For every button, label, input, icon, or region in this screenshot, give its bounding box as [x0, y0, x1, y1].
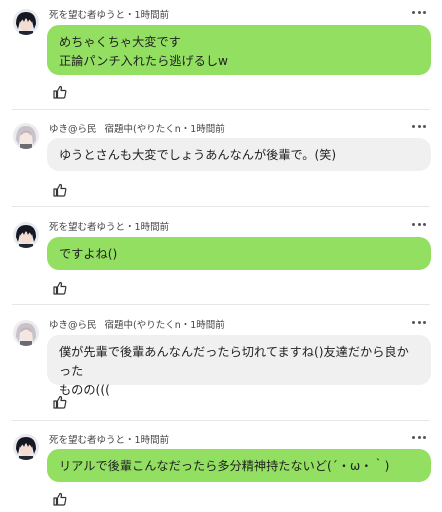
- comment-post: ゆき@ら民 宿題中(やりたくn・1時間前 僕が先輩で後輩あんなんだったら切れてます…: [0, 305, 442, 423]
- author-name[interactable]: ゆき@ら民: [49, 124, 97, 135]
- message-bubble: 僕が先輩で後輩あんなんだったら切れてますね()友達だから良かった ものの(((: [47, 335, 431, 397]
- comment-meta: ゆき@ら民 宿題中(やりたくn・1時間前: [49, 124, 225, 135]
- thumbs-up-icon[interactable]: [53, 84, 67, 99]
- comment-post: 死を望む者ゆうと・1時間前 めちゃくちゃ大変です 正論パンチ入れたら逃げるしw: [0, 0, 442, 110]
- comment-post: 死を望む者ゆうと・1時間前 ですよね(): [0, 207, 442, 305]
- post-time: 1時間前: [190, 124, 225, 135]
- author-status: 宿題中(やりたくn: [104, 124, 181, 135]
- dark-hair-avatar-icon[interactable]: [13, 222, 39, 248]
- post-time: 1時間前: [190, 320, 225, 331]
- comment-meta: ゆき@ら民 宿題中(やりたくn・1時間前: [49, 320, 225, 331]
- message-bubble: ですよね(): [47, 237, 431, 270]
- post-time: 1時間前: [134, 435, 170, 446]
- comment-thread: 死を望む者ゆうと・1時間前 めちゃくちゃ大変です 正論パンチ入れたら逃げるしw …: [0, 0, 442, 512]
- post-time: 1時間前: [134, 10, 170, 21]
- thumbs-up-icon[interactable]: [53, 394, 67, 409]
- author-name[interactable]: 死を望む者ゆうと: [49, 10, 125, 21]
- comment-meta: 死を望む者ゆうと・1時間前: [49, 222, 170, 233]
- thumbs-up-icon[interactable]: [53, 182, 67, 197]
- author-name[interactable]: 死を望む者ゆうと: [49, 435, 125, 446]
- post-time: 1時間前: [134, 222, 170, 233]
- message-bubble: リアルで後輩こんなだったら多分精神持たないど(´・ω・｀): [47, 449, 431, 482]
- message-bubble: ゆうとさんも大変でしょうあんなんが後輩で。(笑): [47, 138, 431, 171]
- more-options-icon[interactable]: [412, 219, 426, 229]
- author-name[interactable]: 死を望む者ゆうと: [49, 222, 125, 233]
- dark-hair-avatar-icon[interactable]: [13, 9, 39, 35]
- author-status: 宿題中(やりたくn: [104, 320, 181, 331]
- comment-post: ゆき@ら民 宿題中(やりたくn・1時間前 ゆうとさんも大変でしょうあんなんが後輩で…: [0, 110, 442, 208]
- thumbs-up-icon[interactable]: [53, 491, 67, 506]
- more-options-icon[interactable]: [412, 7, 426, 17]
- more-options-icon[interactable]: [412, 317, 426, 327]
- comment-post: 死を望む者ゆうと・1時間前 リアルで後輩こんなだったら多分精神持たないど(´・ω…: [0, 421, 442, 512]
- more-options-icon[interactable]: [412, 432, 426, 442]
- comment-meta: 死を望む者ゆうと・1時間前: [49, 435, 170, 446]
- message-bubble: めちゃくちゃ大変です 正論パンチ入れたら逃げるしw: [47, 25, 431, 75]
- thumbs-up-icon[interactable]: [53, 280, 67, 295]
- light-hair-avatar-icon[interactable]: [13, 320, 39, 346]
- comment-meta: 死を望む者ゆうと・1時間前: [49, 10, 170, 21]
- author-name[interactable]: ゆき@ら民: [49, 320, 97, 331]
- light-hair-avatar-icon[interactable]: [13, 123, 39, 149]
- more-options-icon[interactable]: [412, 121, 426, 131]
- dark-hair-avatar-icon[interactable]: [13, 434, 39, 460]
